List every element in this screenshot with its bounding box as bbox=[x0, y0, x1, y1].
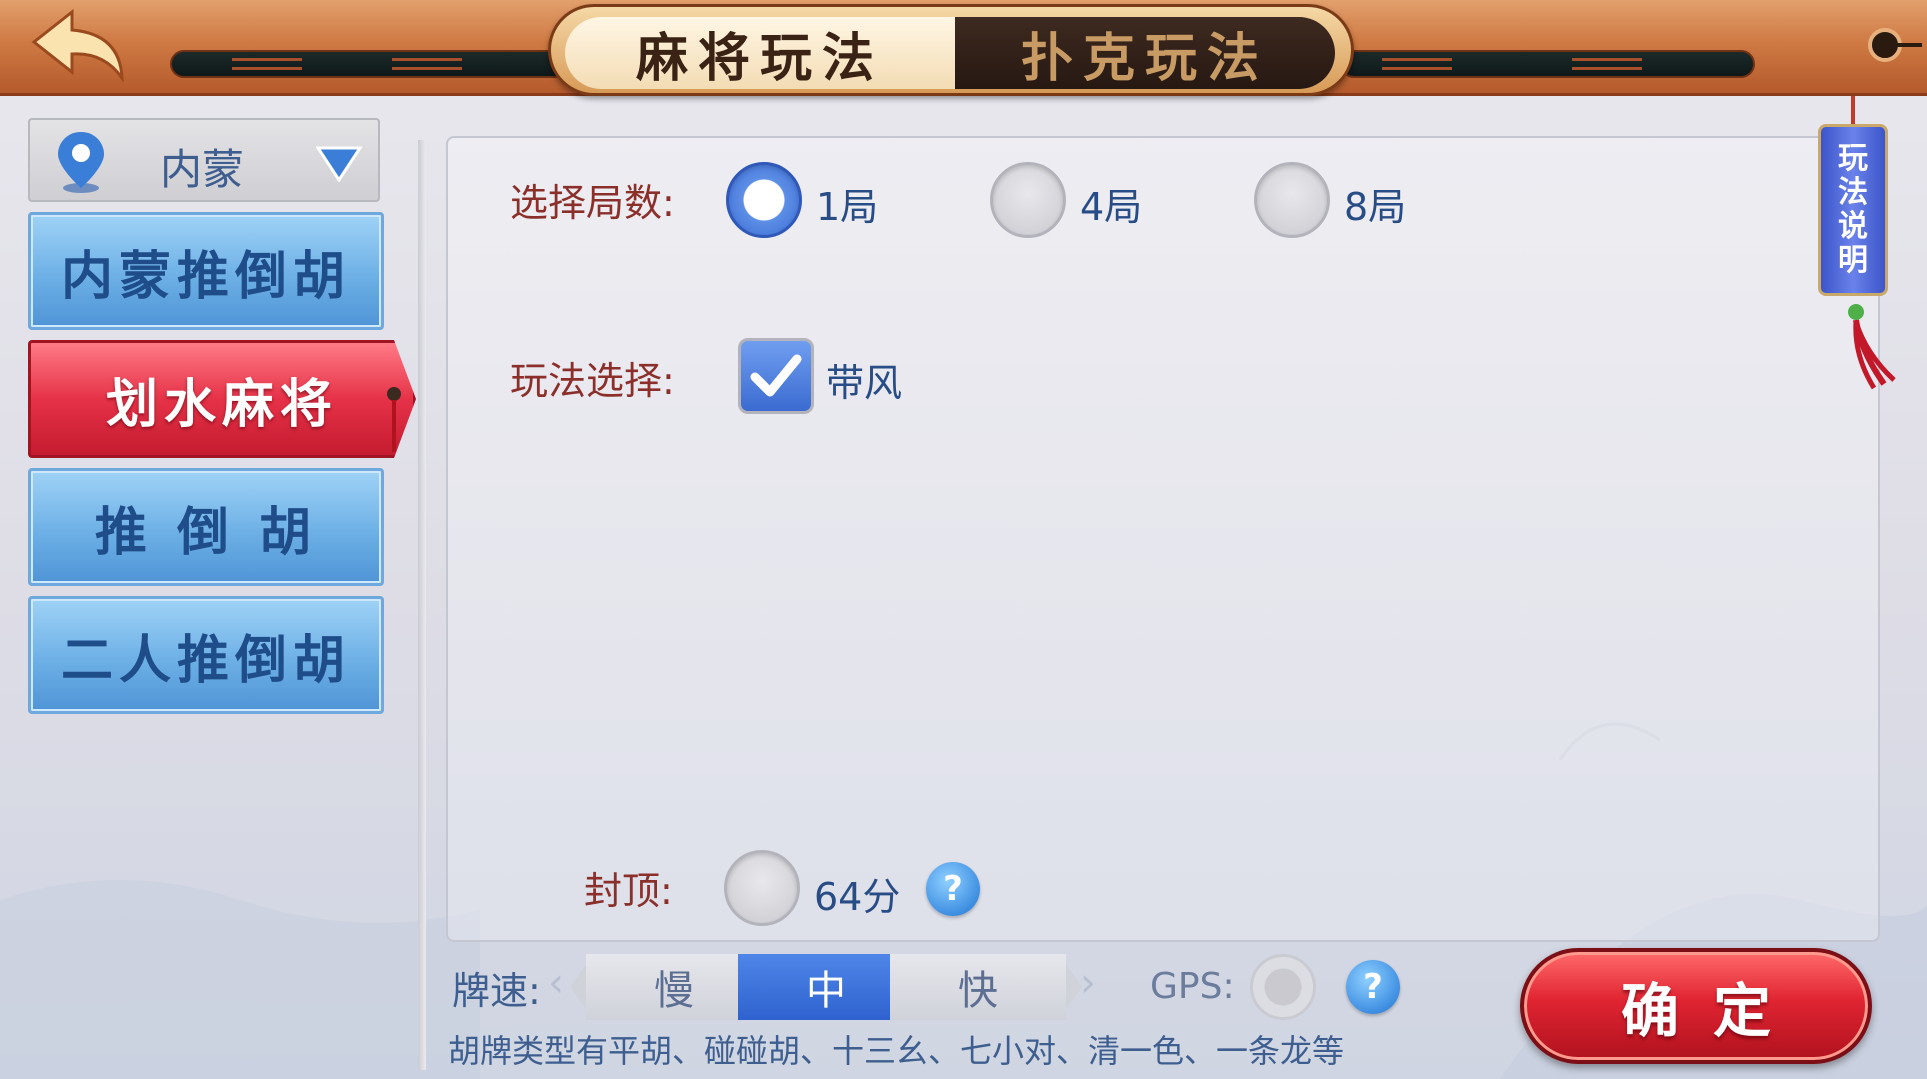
rounds-radio-1[interactable] bbox=[726, 162, 802, 238]
daifeng-checkbox[interactable] bbox=[738, 338, 814, 414]
rounds-option-1-label: 1局 bbox=[816, 185, 879, 229]
chevron-down-icon bbox=[316, 146, 362, 182]
speed-option-fast[interactable]: 快 bbox=[890, 954, 1066, 1020]
rules-string bbox=[1851, 96, 1855, 124]
rules-char: 玩 bbox=[1838, 141, 1868, 176]
mode-tab-bar: 麻将玩法 扑克玩法 bbox=[548, 4, 1354, 96]
gps-label: GPS: bbox=[1150, 966, 1235, 1007]
track-ornament bbox=[232, 58, 302, 70]
cap-label: 封顶: bbox=[584, 869, 673, 913]
track-ornament bbox=[1572, 58, 1642, 70]
daifeng-label: 带风 bbox=[826, 361, 903, 405]
game-item-two-player-tuidaohu[interactable]: 二人推倒胡 bbox=[28, 596, 384, 714]
tab-mahjong[interactable]: 麻将玩法 bbox=[565, 17, 955, 89]
hu-types-note: 胡牌类型有平胡、碰碰胡、十三幺、七小对、清一色、一条龙等 bbox=[448, 1032, 1345, 1070]
rules-char: 明 bbox=[1838, 243, 1868, 278]
cap-help-icon[interactable]: ? bbox=[926, 862, 980, 916]
topbar-track-left bbox=[170, 50, 570, 78]
track-ornament bbox=[1382, 58, 1452, 70]
confirm-button[interactable]: 确定 bbox=[1520, 948, 1872, 1064]
topbar-track-right bbox=[1340, 50, 1755, 78]
red-tassel-icon bbox=[1848, 304, 1896, 390]
tab-poker[interactable]: 扑克玩法 bbox=[955, 17, 1335, 89]
region-dropdown[interactable]: 内蒙 bbox=[28, 118, 380, 202]
checkmark-icon bbox=[750, 354, 802, 397]
mode-label: 玩法选择: bbox=[510, 359, 675, 403]
speed-left-chevron-icon: ‹ bbox=[548, 960, 564, 1006]
rounds-radio-8[interactable] bbox=[1254, 162, 1330, 238]
cap-radio-64[interactable] bbox=[724, 850, 800, 926]
settings-panel bbox=[446, 136, 1880, 942]
rounds-option-4-label: 4局 bbox=[1080, 185, 1143, 229]
gps-toggle[interactable] bbox=[1250, 954, 1316, 1020]
track-ornament bbox=[392, 58, 462, 70]
rounds-label: 选择局数: bbox=[510, 181, 675, 225]
location-pin-icon bbox=[58, 132, 104, 193]
rules-char: 说 bbox=[1838, 209, 1868, 244]
tassel-icon bbox=[387, 387, 401, 452]
rounds-option-8-label: 8局 bbox=[1344, 185, 1407, 229]
game-item-tuidaohu[interactable]: 推 倒 胡 bbox=[28, 468, 384, 586]
speed-option-slow[interactable]: 慢 bbox=[586, 954, 762, 1020]
speed-right-chevron-icon: › bbox=[1080, 960, 1096, 1006]
rules-explanation-tab[interactable]: 玩 法 说 明 bbox=[1818, 124, 1888, 296]
top-right-ornament-icon bbox=[1868, 28, 1922, 62]
speed-selector: ‹ 慢 中 快 › bbox=[548, 954, 1104, 1020]
cap-option-label: 64分 bbox=[814, 875, 901, 919]
rounds-radio-4[interactable] bbox=[990, 162, 1066, 238]
region-label: 内蒙 bbox=[160, 145, 245, 194]
game-item-neimeng-tuidaohu[interactable]: 内蒙推倒胡 bbox=[28, 212, 384, 330]
rules-char: 法 bbox=[1838, 175, 1868, 210]
column-divider bbox=[418, 140, 426, 1070]
back-arrow-icon[interactable] bbox=[28, 8, 128, 82]
gps-help-icon[interactable]: ? bbox=[1346, 960, 1400, 1014]
speed-option-medium[interactable]: 中 bbox=[738, 954, 914, 1020]
speed-label: 牌速: bbox=[452, 969, 541, 1013]
top-bar: 麻将玩法 扑克玩法 bbox=[0, 0, 1927, 96]
game-item-huashui-mahjong[interactable]: 划水麻将 bbox=[28, 340, 416, 458]
